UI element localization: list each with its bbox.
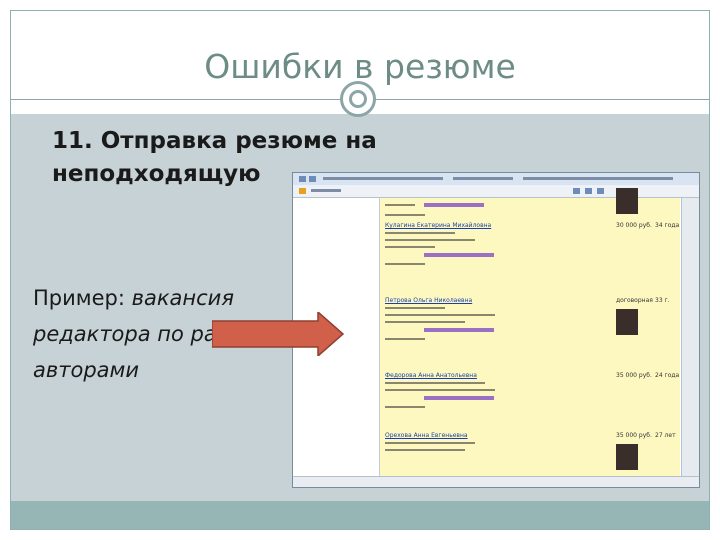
browser-toolbar-strip — [323, 177, 443, 180]
candidate-age: 33 г. — [655, 297, 670, 304]
record-line — [385, 232, 455, 234]
candidate-age: 27 лет — [655, 432, 676, 439]
browser-back-icon — [299, 176, 306, 182]
footer-band — [11, 501, 709, 529]
resume-record: Федорова Анна Анатольевна 35 000 руб. 24… — [380, 368, 680, 432]
candidate-name[interactable]: Кулагина Екатерина Михайловна — [385, 222, 491, 229]
example-label: Пример: — [33, 286, 125, 310]
candidate-photo — [616, 188, 638, 214]
candidate-age: 34 года — [655, 222, 680, 229]
candidate-salary: 30 000 руб. — [616, 222, 652, 229]
candidate-salary: 35 000 руб. — [616, 432, 652, 439]
record-bar — [424, 396, 494, 400]
resume-list: Кулагина Екатерина Михайловна 30 000 руб… — [380, 188, 680, 476]
record-line — [385, 449, 465, 451]
record-line — [385, 321, 465, 323]
browser-toolbar-strip — [311, 189, 341, 192]
resume-record: Петрова Ольга Николаевна договорная 33 г… — [380, 293, 680, 357]
arrow-right-icon — [212, 312, 344, 356]
candidate-photo — [616, 444, 638, 470]
candidate-salary: 35 000 руб. — [616, 372, 652, 379]
record-line — [385, 382, 485, 384]
record-line — [385, 389, 495, 391]
candidate-salary: договорная — [616, 297, 653, 304]
record-line — [385, 246, 435, 248]
record-bar — [424, 203, 484, 207]
browser-forward-icon — [309, 176, 316, 182]
browser-scrollbar[interactable] — [681, 198, 699, 476]
candidate-name[interactable]: Орехова Анна Евгеньевна — [385, 432, 468, 439]
candidate-name[interactable]: Федорова Анна Анатольевна — [385, 372, 477, 379]
record-line — [385, 314, 495, 316]
record-line — [385, 239, 475, 241]
record-line — [385, 442, 475, 444]
record-line — [385, 406, 425, 408]
bookmark-icon — [299, 188, 306, 194]
record-bar — [424, 253, 494, 257]
record-line — [385, 307, 445, 309]
record-line — [385, 263, 425, 265]
record-line — [385, 204, 415, 206]
browser-screenshot: Кулагина Екатерина Михайловна 30 000 руб… — [292, 172, 700, 488]
candidate-name[interactable]: Петрова Ольга Николаевна — [385, 297, 472, 304]
resume-record: Кулагина Екатерина Михайловна 30 000 руб… — [380, 218, 680, 282]
candidate-photo — [616, 309, 638, 335]
record-line — [385, 338, 425, 340]
record-bar — [424, 328, 494, 332]
circle-ornament-icon — [340, 81, 376, 117]
browser-toolbar-strip — [523, 177, 673, 180]
record-line — [385, 214, 425, 216]
browser-toolbar-strip — [453, 177, 513, 180]
browser-status-bar — [293, 476, 699, 487]
candidate-age: 24 года — [655, 372, 680, 379]
